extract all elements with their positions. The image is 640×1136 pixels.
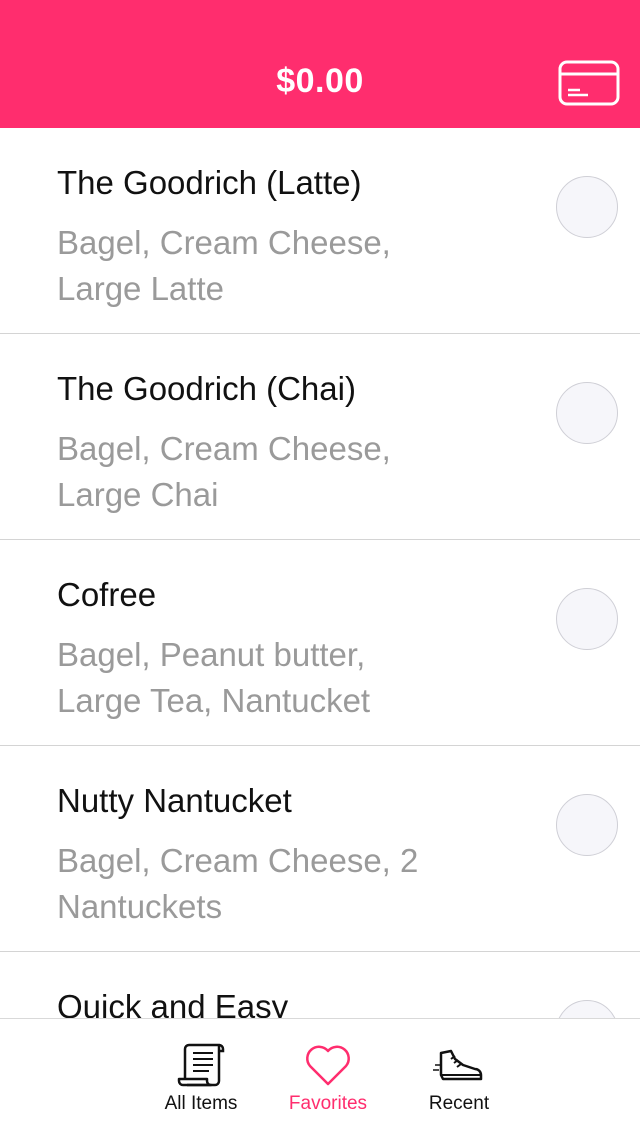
select-radio[interactable] [556, 1000, 618, 1018]
favorites-list: The Goodrich (Latte) Bagel, Cream Cheese… [0, 128, 640, 1018]
select-radio[interactable] [556, 794, 618, 856]
select-radio[interactable] [556, 176, 618, 238]
sneaker-icon [394, 1039, 524, 1091]
favorite-item-description: Bagel, Cream Cheese, 2 Nantuckets [57, 842, 419, 925]
heart-icon [263, 1039, 393, 1091]
select-radio[interactable] [556, 382, 618, 444]
tab-label: Recent [428, 1093, 490, 1114]
favorite-item-title: Nutty Nantucket [57, 782, 292, 819]
tab-label: Favorites [288, 1093, 368, 1114]
favorite-item-title: The Goodrich (Chai) [57, 370, 356, 407]
app-screen: $0.00 The Goodrich (Latte) Bagel, Cream … [0, 0, 640, 1136]
tab-label: All Items [164, 1093, 238, 1114]
favorite-item-description: Bagel, Cream Cheese, Large Chai [57, 430, 391, 513]
tab-recent[interactable]: Recent [394, 1019, 524, 1136]
favorite-item[interactable]: Nutty Nantucket Bagel, Cream Cheese, 2 N… [0, 746, 640, 952]
favorite-item-description: Bagel, Cream Cheese, Large Latte [57, 224, 391, 307]
favorite-item-title: Cofree [57, 576, 157, 613]
select-radio[interactable] [556, 588, 618, 650]
favorite-item[interactable]: The Goodrich (Chai) Bagel, Cream Cheese,… [0, 334, 640, 540]
favorite-item[interactable]: Quick and Easy [0, 952, 640, 1018]
tab-favorites[interactable]: Favorites [263, 1019, 393, 1136]
favorite-item[interactable]: The Goodrich (Latte) Bagel, Cream Cheese… [0, 128, 640, 334]
favorite-item-title: Quick and Easy [57, 988, 289, 1018]
header-bar: $0.00 [0, 0, 640, 128]
order-total: $0.00 [276, 62, 364, 100]
payment-card-button[interactable] [558, 60, 620, 106]
scroll-icon [136, 1039, 266, 1091]
favorite-item-title: The Goodrich (Latte) [57, 164, 362, 201]
credit-card-icon [558, 60, 620, 106]
favorite-item-description: Bagel, Peanut butter, Large Tea, Nantuck… [57, 636, 371, 719]
tab-bar: All Items Favorites Recent [0, 1018, 640, 1136]
favorite-item[interactable]: Cofree Bagel, Peanut butter, Large Tea, … [0, 540, 640, 746]
tab-all-items[interactable]: All Items [136, 1019, 266, 1136]
